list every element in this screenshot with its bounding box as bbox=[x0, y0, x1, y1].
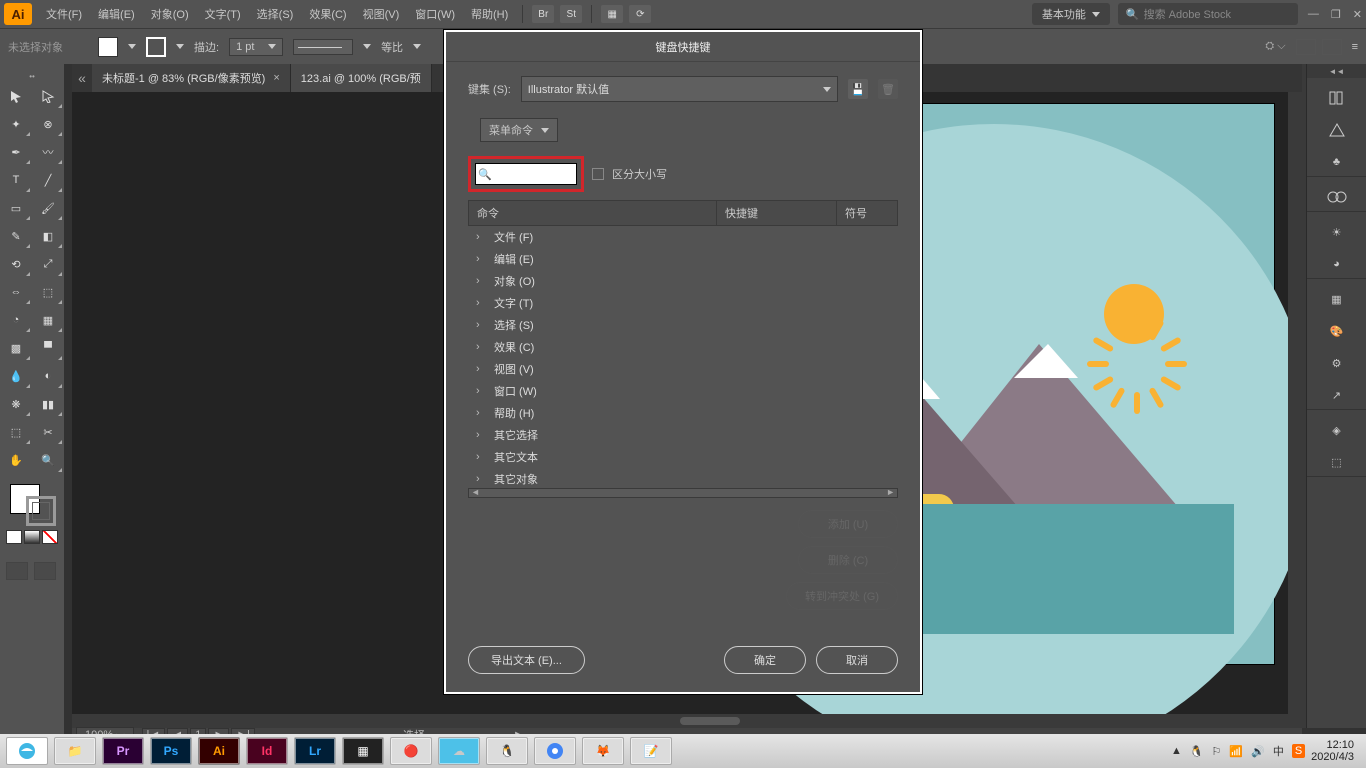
list-item[interactable]: ›其它对象 bbox=[468, 468, 898, 486]
taskbar-clock[interactable]: 12:10 2020/4/3 bbox=[1311, 739, 1360, 763]
tray-up-icon: ▲ bbox=[1171, 745, 1182, 757]
list-item[interactable]: ›其它选择 bbox=[468, 424, 898, 446]
delete-keyset-icon: 🗑 bbox=[878, 79, 898, 99]
tray-flag-icon: ⚐ bbox=[1212, 745, 1222, 758]
taskbar-browser-icon[interactable] bbox=[6, 737, 48, 765]
list-item[interactable]: ›文件 (F) bbox=[468, 226, 898, 248]
taskbar-indesign-icon[interactable]: Id bbox=[246, 737, 288, 765]
search-icon: 🔍 bbox=[476, 168, 494, 181]
add-button: 添加 (U) bbox=[798, 510, 898, 538]
list-item[interactable]: ›帮助 (H) bbox=[468, 402, 898, 424]
column-headers: 命令 快捷键 符号 bbox=[468, 200, 898, 226]
taskbar-notepad-icon[interactable]: 📝 bbox=[630, 737, 672, 765]
delete-button: 删除 (C) bbox=[798, 546, 898, 574]
taskbar-explorer-icon[interactable]: 📁 bbox=[54, 737, 96, 765]
taskbar-lightroom-icon[interactable]: Lr bbox=[294, 737, 336, 765]
tray-volume-icon: 🔊 bbox=[1251, 745, 1265, 758]
taskbar-photoshop-icon[interactable]: Ps bbox=[150, 737, 192, 765]
goto-conflict-button: 转到冲突处 (G) bbox=[786, 582, 898, 610]
search-highlight: 🔍 bbox=[468, 156, 584, 192]
list-item[interactable]: ›文字 (T) bbox=[468, 292, 898, 314]
taskbar-chrome-icon[interactable] bbox=[534, 737, 576, 765]
search-input[interactable] bbox=[494, 167, 564, 181]
keyset-dropdown[interactable]: Illustrator 默认值 bbox=[521, 76, 838, 102]
list-item[interactable]: ›选择 (S) bbox=[468, 314, 898, 336]
tray-sogou-icon: S bbox=[1292, 744, 1305, 758]
tray-qq-icon: 🐧 bbox=[1190, 745, 1204, 758]
tray-ime-icon: 中 bbox=[1273, 743, 1284, 759]
taskbar-app2-icon[interactable]: 🔴 bbox=[390, 737, 432, 765]
list-item[interactable]: ›其它文本 bbox=[468, 446, 898, 468]
keyboard-shortcuts-dialog: 键盘快捷键 键集 (S): Illustrator 默认值 💾 🗑 菜单命令 🔍… bbox=[444, 30, 922, 694]
taskbar-app1-icon[interactable]: ▦ bbox=[342, 737, 384, 765]
dialog-title: 键盘快捷键 bbox=[446, 32, 920, 62]
save-keyset-icon[interactable]: 💾 bbox=[848, 79, 868, 99]
taskbar-firefox-icon[interactable]: 🦊 bbox=[582, 737, 624, 765]
case-checkbox[interactable] bbox=[592, 168, 604, 180]
export-text-button[interactable]: 导出文本 (E)... bbox=[468, 646, 585, 674]
taskbar-qq-icon[interactable]: 🐧 bbox=[486, 737, 528, 765]
keyset-label: 键集 (S): bbox=[468, 81, 511, 97]
cancel-button[interactable]: 取消 bbox=[816, 646, 898, 674]
tray-network-icon: 📶 bbox=[1229, 745, 1243, 758]
command-type-dropdown[interactable]: 菜单命令 bbox=[480, 118, 558, 142]
list-item[interactable]: ›窗口 (W) bbox=[468, 380, 898, 402]
list-item[interactable]: ›编辑 (E) bbox=[468, 248, 898, 270]
ok-button[interactable]: 确定 bbox=[724, 646, 806, 674]
command-list[interactable]: ›文件 (F) ›编辑 (E) ›对象 (O) ›文字 (T) ›选择 (S) … bbox=[468, 226, 898, 486]
taskbar-premiere-icon[interactable]: Pr bbox=[102, 737, 144, 765]
shortcut-search[interactable]: 🔍 bbox=[475, 163, 577, 185]
list-hscroll[interactable] bbox=[468, 488, 898, 498]
list-item[interactable]: ›视图 (V) bbox=[468, 358, 898, 380]
col-symbol[interactable]: 符号 bbox=[837, 201, 897, 225]
col-command[interactable]: 命令 bbox=[469, 201, 717, 225]
windows-taskbar: 📁 Pr Ps Ai Id Lr ▦ 🔴 ☁ 🐧 🦊 📝 ▲ 🐧 ⚐ 📶 🔊 中… bbox=[0, 734, 1366, 768]
taskbar-illustrator-icon[interactable]: Ai bbox=[198, 737, 240, 765]
col-shortcut[interactable]: 快捷键 bbox=[717, 201, 837, 225]
list-item[interactable]: ›对象 (O) bbox=[468, 270, 898, 292]
list-item[interactable]: ›效果 (C) bbox=[468, 336, 898, 358]
case-label: 区分大小写 bbox=[612, 166, 667, 182]
system-tray[interactable]: ▲ 🐧 ⚐ 📶 🔊 中 S bbox=[1171, 743, 1305, 759]
taskbar-app3-icon[interactable]: ☁ bbox=[438, 737, 480, 765]
